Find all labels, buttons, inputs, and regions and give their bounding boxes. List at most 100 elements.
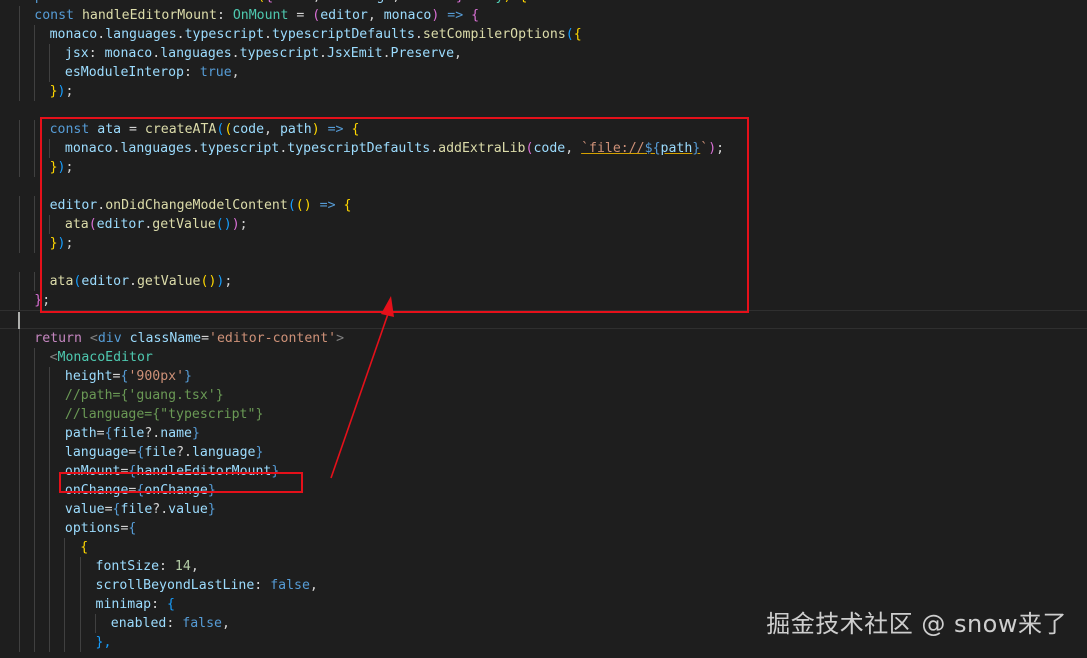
indent-guide xyxy=(34,462,35,481)
code-line[interactable]: path={file?.name} xyxy=(0,424,1087,443)
indent-guide xyxy=(49,633,50,652)
code-line[interactable]: value={file?.value} xyxy=(0,500,1087,519)
code-line[interactable]: monaco.languages.typescript.typescriptDe… xyxy=(0,25,1087,44)
indent-guide xyxy=(49,386,50,405)
code-token: scrollBeyondLastLine xyxy=(95,578,255,593)
code-token: return xyxy=(34,331,82,346)
code-token: //path={'guang.tsx'} xyxy=(64,388,224,403)
code-token: ; xyxy=(65,84,74,99)
code-token: { xyxy=(128,521,137,536)
code-text: language={file?.language} xyxy=(65,443,264,462)
indent-guide xyxy=(34,272,35,291)
indent-guide xyxy=(19,6,20,25)
code-line[interactable]: language={file?.language} xyxy=(0,443,1087,462)
code-line[interactable]: height={'900px'} xyxy=(0,367,1087,386)
code-text: height={'900px'} xyxy=(65,367,192,386)
code-token: } xyxy=(49,84,58,99)
indent-guide xyxy=(34,633,35,652)
code-token: setCompilerOptions xyxy=(422,27,566,42)
indent-guide xyxy=(34,576,35,595)
indent-guide xyxy=(34,519,35,538)
code-token: language xyxy=(191,445,256,460)
code-token: file xyxy=(112,426,145,441)
code-token: { xyxy=(573,27,582,42)
code-token: : xyxy=(159,559,175,574)
code-token: } xyxy=(191,426,200,441)
code-token: > xyxy=(336,331,345,346)
code-token: minimap xyxy=(95,597,152,612)
code-line[interactable]: return <div className='editor-content'> xyxy=(0,329,1087,348)
code-line[interactable]: const handleEditorMount: OnMount = (edit… xyxy=(0,6,1087,25)
indent-guide xyxy=(34,82,35,101)
code-token: typescript xyxy=(184,27,265,42)
code-token: { xyxy=(80,540,89,555)
indent-guide xyxy=(34,424,35,443)
code-text: minimap: { xyxy=(96,595,175,614)
indent-guide xyxy=(34,215,35,234)
indent-guide xyxy=(19,63,20,82)
indent-guide xyxy=(19,386,20,405)
code-line[interactable]: //language={"typescript"} xyxy=(0,405,1087,424)
code-editor[interactable]: export default function Editor({ file, o… xyxy=(0,0,1087,658)
code-token: false xyxy=(182,616,222,631)
indent-guide xyxy=(19,215,20,234)
code-token: div xyxy=(97,331,122,346)
indent-guide xyxy=(64,595,65,614)
indent-guide xyxy=(34,481,35,500)
indent-guide xyxy=(19,25,20,44)
code-token: editor xyxy=(320,8,368,23)
indent-guide xyxy=(19,291,20,310)
indent-guide xyxy=(80,633,81,652)
indent-guide xyxy=(49,500,50,519)
code-token: , xyxy=(190,559,199,574)
code-line[interactable]: fontSize: 14, xyxy=(0,557,1087,576)
code-line[interactable]: { xyxy=(0,538,1087,557)
indent-guide xyxy=(49,405,50,424)
code-token: < xyxy=(49,350,58,365)
indent-guide xyxy=(34,386,35,405)
code-text: enabled: false, xyxy=(111,614,230,633)
code-line[interactable]: esModuleInterop: true, xyxy=(0,63,1087,82)
code-token: Editor xyxy=(210,0,258,4)
code-token: } xyxy=(255,445,264,460)
indent-guide xyxy=(19,500,20,519)
code-token: , xyxy=(221,616,230,631)
code-token: { xyxy=(471,8,480,23)
indent-guide xyxy=(80,576,81,595)
code-token: height xyxy=(64,369,113,384)
indent-guide xyxy=(19,82,20,101)
indent-guide xyxy=(19,158,20,177)
indent-guide xyxy=(49,557,50,576)
code-token: value xyxy=(168,502,208,517)
code-token: , xyxy=(367,8,384,23)
code-token: { xyxy=(519,0,527,4)
indent-guide xyxy=(34,500,35,519)
code-token: languages xyxy=(160,46,232,61)
code-line[interactable]: <MonacoEditor xyxy=(0,348,1087,367)
code-token: value xyxy=(64,502,105,517)
indent-guide xyxy=(80,595,81,614)
indent-guide xyxy=(19,234,20,253)
code-line[interactable]: jsx: monaco.languages.typescript.JsxEmit… xyxy=(0,44,1087,63)
code-line[interactable]: options={ xyxy=(0,519,1087,538)
code-token: jsx xyxy=(64,46,89,61)
code-token: . xyxy=(176,27,185,42)
indent-guide xyxy=(49,63,50,82)
code-token: : xyxy=(166,616,183,631)
code-line[interactable]: //path={'guang.tsx'} xyxy=(0,386,1087,405)
code-line[interactable]: }); xyxy=(0,82,1087,101)
code-token: : xyxy=(216,8,233,23)
code-token: true xyxy=(199,65,232,80)
code-token: const xyxy=(34,8,74,23)
code-line[interactable]: scrollBeyondLastLine: false, xyxy=(0,576,1087,595)
indent-guide xyxy=(34,139,35,158)
code-token: ( xyxy=(312,8,321,23)
indent-guide xyxy=(34,557,35,576)
indent-guide xyxy=(49,462,50,481)
indent-guide xyxy=(19,139,20,158)
code-token: . xyxy=(152,46,161,61)
code-token: language xyxy=(64,445,129,460)
code-token: monaco xyxy=(49,27,98,42)
